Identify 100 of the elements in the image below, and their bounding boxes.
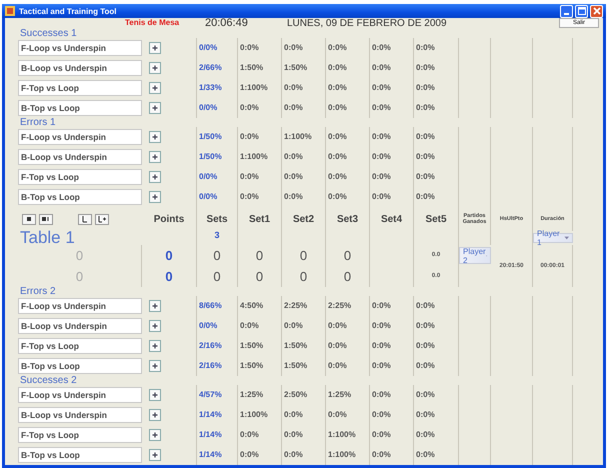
sport-title: Tenis de Mesa: [125, 18, 180, 27]
set-cell: 0:0%: [326, 336, 370, 356]
stat-label: F-Top vs Loop: [18, 427, 142, 443]
set-score: 0: [238, 266, 282, 287]
set-cell: 1:25%: [238, 385, 282, 405]
set-cell: 1:25%: [326, 385, 370, 405]
column-header: Set5: [414, 207, 459, 231]
total-cell: 1/50%: [197, 147, 238, 167]
set-cell: 0:0%: [238, 445, 282, 465]
set-cell: 0:0%: [282, 316, 326, 336]
stat-label: F-Loop vs Underspin: [18, 298, 142, 314]
stat-label: B-Loop vs Underspin: [18, 407, 142, 423]
stat-label: F-Top vs Loop: [18, 338, 142, 354]
total-cell: 1/14%: [197, 445, 238, 465]
points-value: 0: [18, 245, 142, 266]
set-cell: 1:100%: [238, 147, 282, 167]
column-header: Sets: [197, 207, 238, 231]
set-cell: 0:0%: [326, 58, 370, 78]
set-cell: 0:0%: [414, 425, 459, 445]
player-select[interactable]: Player 2: [459, 247, 491, 264]
set-score: 0: [238, 245, 282, 266]
stat-label: B-Top vs Loop: [18, 100, 142, 116]
set-cell: 1:50%: [282, 58, 326, 78]
set-cell: 0:0%: [370, 58, 414, 78]
clock-time: 20:06:49: [205, 18, 249, 29]
set-cell: 0:0%: [238, 425, 282, 445]
column-header: Set2: [282, 207, 326, 231]
set-cell: 0:0%: [370, 336, 414, 356]
player-name: Player 2: [463, 246, 486, 264]
set-cell: 0:0%: [370, 98, 414, 118]
date-text: LUNES, 09 DE FEBRERO DE 2009: [287, 18, 448, 29]
total-cell: 2/16%: [197, 356, 238, 376]
window-title: Tactical and Training Tool: [19, 6, 118, 16]
set-cell: 1:50%: [238, 58, 282, 78]
set-score: 0: [197, 266, 238, 287]
stat-label: F-Loop vs Underspin: [18, 129, 142, 145]
set-cell: 0:0%: [326, 127, 370, 147]
set-cell: 0:0%: [414, 147, 459, 167]
stat-label: F-Top vs Loop: [18, 80, 142, 96]
total-cell: 2/16%: [197, 336, 238, 356]
section-title: Errors 1: [20, 118, 57, 127]
section-title: Errors 2: [20, 287, 57, 296]
set-score: 0: [326, 266, 370, 287]
stat-label: B-Top vs Loop: [18, 358, 142, 374]
set-cell: 0:0%: [370, 147, 414, 167]
total-cell: 4/57%: [197, 385, 238, 405]
set-cell: 0:0%: [414, 445, 459, 465]
section-title: Successes 2: [20, 376, 78, 385]
set-cell: 0:0%: [326, 147, 370, 167]
set-cell: 0:0%: [238, 98, 282, 118]
set-cell: 0:0%: [414, 38, 459, 58]
stat-label: F-Loop vs Underspin: [18, 387, 142, 403]
set-cell: 0:0%: [370, 425, 414, 445]
total-cell: 8/66%: [197, 296, 238, 316]
total-cell: 1/14%: [197, 405, 238, 425]
set-cell: 1:100%: [238, 78, 282, 98]
total-cell: 2/66%: [197, 58, 238, 78]
set-score: 0: [282, 245, 326, 266]
stat-label: F-Loop vs Underspin: [18, 40, 142, 56]
set-cell: 1:100%: [326, 445, 370, 465]
set-cell: 0:0%: [414, 316, 459, 336]
set-cell: 0:0%: [370, 187, 414, 207]
sets-count: 3: [197, 231, 238, 245]
total-cell: 1/50%: [197, 127, 238, 147]
set-cell: 2:25%: [282, 296, 326, 316]
total-cell: 0/0%: [197, 187, 238, 207]
stat-label: B-Top vs Loop: [18, 189, 142, 205]
set-cell: 1:100%: [282, 127, 326, 147]
total-cell: 0/0%: [197, 167, 238, 187]
set-cell: 0:0%: [238, 187, 282, 207]
set-cell: 0:0%: [282, 187, 326, 207]
set-cell: 0:0%: [326, 167, 370, 187]
section-title: Successes 1: [20, 29, 78, 38]
set-cell: 0:0%: [414, 296, 459, 316]
set-cell: 0:0%: [370, 356, 414, 376]
set-cell: 0:0%: [326, 316, 370, 336]
set-cell: 0:0%: [414, 167, 459, 187]
stat-label: B-Loop vs Underspin: [18, 318, 142, 334]
set-cell: 0:0%: [282, 98, 326, 118]
set-cell: 0:0%: [414, 98, 459, 118]
set-cell: 1:50%: [238, 336, 282, 356]
set-cell: 0:0%: [326, 78, 370, 98]
set-cell: 0:0%: [370, 385, 414, 405]
set-cell: 0:0%: [370, 167, 414, 187]
column-header: Set4: [370, 207, 414, 231]
stat-label: B-Loop vs Underspin: [18, 149, 142, 165]
set-cell: 0:0%: [238, 127, 282, 147]
set-cell: 2:50%: [282, 385, 326, 405]
set-cell: 0:0%: [414, 356, 459, 376]
column-header: Set3: [326, 207, 370, 231]
stat-label: F-Top vs Loop: [18, 169, 142, 185]
set-cell: 1:100%: [326, 425, 370, 445]
set-cell: 0:0%: [370, 296, 414, 316]
set-score: 0: [326, 245, 370, 266]
set-cell: 0:0%: [370, 316, 414, 336]
set-cell: 0:0%: [370, 445, 414, 465]
set-cell: 0:0%: [370, 127, 414, 147]
set-cell: 0:0%: [370, 78, 414, 98]
total-cell: 0/0%: [197, 316, 238, 336]
set-cell: 0:0%: [282, 78, 326, 98]
